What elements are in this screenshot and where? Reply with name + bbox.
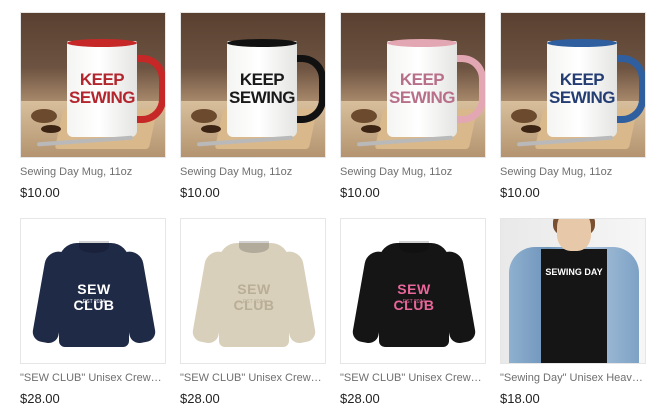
- cookie-decor: [351, 109, 377, 123]
- product-price: $10.00: [340, 185, 380, 200]
- product-thumbnail[interactable]: KEEP SEWING: [20, 12, 166, 158]
- product-price: $10.00: [20, 185, 60, 200]
- product-image[interactable]: KEEP SEWING: [181, 13, 325, 157]
- sweatshirt-subprint: EST 2024: [402, 299, 426, 305]
- product-price: $28.00: [340, 391, 380, 406]
- coffee-beans-decor: [521, 125, 541, 133]
- mug-print: KEEP SEWING: [389, 70, 455, 107]
- product-image[interactable]: SEW CLUB EST 2024: [351, 235, 477, 351]
- tee-print: SEWING DAY: [545, 267, 603, 277]
- product-price: $10.00: [500, 185, 540, 200]
- product-thumbnail[interactable]: SEW CLUB EST 2024: [20, 218, 166, 364]
- mug-print: KEEP SEWING: [549, 70, 615, 107]
- product-thumbnail[interactable]: KEEP SEWING: [500, 12, 646, 158]
- product-thumbnail[interactable]: SEW CLUB EST 2024: [180, 218, 326, 364]
- product-image[interactable]: SEWING DAY: [501, 219, 645, 363]
- product-price: $28.00: [180, 391, 220, 406]
- cookie-decor: [31, 109, 57, 123]
- product-title[interactable]: Sewing Day Mug, 11oz: [180, 165, 326, 179]
- product-card[interactable]: KEEP SEWING Sewing Day Mug, 11oz $10.00: [500, 12, 646, 201]
- sweatshirt-print: SEW CLUB: [233, 281, 275, 313]
- cookie-decor: [191, 109, 217, 123]
- coffee-beans-decor: [41, 125, 61, 133]
- sweatshirt-subprint: EST 2024: [242, 299, 266, 305]
- product-card[interactable]: SEW CLUB EST 2024 "SEW CLUB" Unisex Crew…: [20, 218, 166, 407]
- product-price: $10.00: [180, 185, 220, 200]
- product-card[interactable]: KEEP SEWING Sewing Day Mug, 11oz $10.00: [340, 12, 486, 201]
- mug-print: KEEP SEWING: [229, 70, 295, 107]
- product-title[interactable]: "Sewing Day" Unisex Heavy Cotton Tee: [500, 371, 646, 385]
- product-price: $18.00: [500, 391, 540, 406]
- product-thumbnail[interactable]: KEEP SEWING: [340, 12, 486, 158]
- product-image[interactable]: KEEP SEWING: [341, 13, 485, 157]
- product-card[interactable]: KEEP SEWING Sewing Day Mug, 11oz $10.00: [20, 12, 166, 201]
- product-card[interactable]: KEEP SEWING Sewing Day Mug, 11oz $10.00: [180, 12, 326, 201]
- product-card[interactable]: SEW CLUB EST 2024 "SEW CLUB" Unisex Crew…: [340, 218, 486, 407]
- model-head: [557, 219, 591, 251]
- product-title[interactable]: Sewing Day Mug, 11oz: [20, 165, 166, 179]
- product-thumbnail[interactable]: SEWING DAY: [500, 218, 646, 364]
- product-image[interactable]: KEEP SEWING: [21, 13, 165, 157]
- product-image[interactable]: SEW CLUB EST 2024: [31, 235, 157, 351]
- product-thumbnail[interactable]: SEW CLUB EST 2024: [340, 218, 486, 364]
- sweatshirt-subprint: EST 2024: [82, 299, 106, 305]
- product-title[interactable]: "SEW CLUB" Unisex Crewneck Sweatshirt: [20, 371, 166, 385]
- product-image[interactable]: SEW CLUB EST 2024: [191, 235, 317, 351]
- product-title[interactable]: Sewing Day Mug, 11oz: [500, 165, 646, 179]
- product-thumbnail[interactable]: KEEP SEWING: [180, 12, 326, 158]
- cookie-decor: [511, 109, 537, 123]
- product-card[interactable]: SEWING DAY "Sewing Day" Unisex Heavy Cot…: [500, 218, 646, 407]
- product-price: $28.00: [20, 391, 60, 406]
- coffee-beans-decor: [201, 125, 221, 133]
- sweatshirt-print: SEW CLUB: [73, 281, 115, 313]
- product-title[interactable]: "SEW CLUB" Unisex Crewneck Sweatshirt: [340, 371, 486, 385]
- product-card[interactable]: SEW CLUB EST 2024 "SEW CLUB" Unisex Crew…: [180, 218, 326, 407]
- product-title[interactable]: "SEW CLUB" Unisex Crewneck Sweatshirt: [180, 371, 326, 385]
- sweatshirt-print: SEW CLUB: [393, 281, 435, 313]
- product-image[interactable]: KEEP SEWING: [501, 13, 645, 157]
- coffee-beans-decor: [361, 125, 381, 133]
- product-title[interactable]: Sewing Day Mug, 11oz: [340, 165, 486, 179]
- mug-print: KEEP SEWING: [69, 70, 135, 107]
